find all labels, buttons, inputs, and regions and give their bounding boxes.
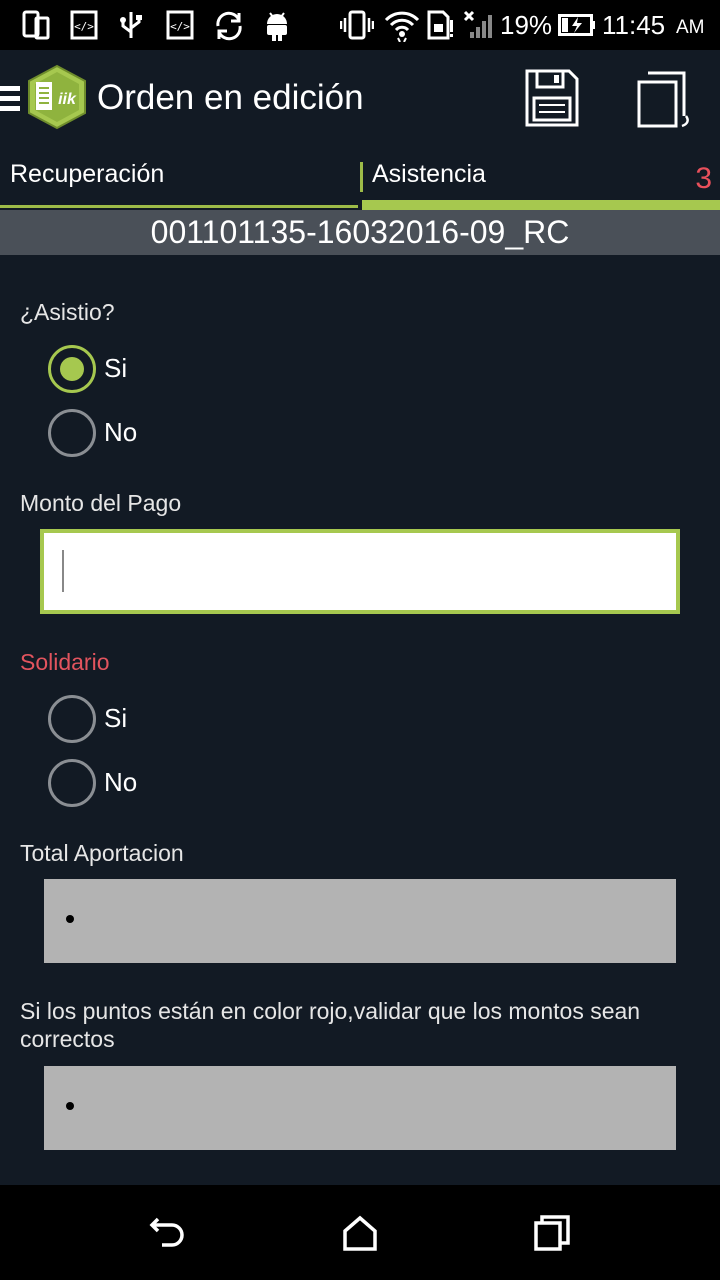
monto-pago-label: Monto del Pago — [20, 490, 182, 516]
system-nav-bar — [0, 1185, 720, 1280]
sim-icon — [427, 10, 453, 40]
radio-unchecked-icon — [48, 695, 96, 743]
save-icon[interactable] — [524, 68, 580, 128]
code-icon: </> — [166, 10, 194, 40]
page-title: Orden en edición — [97, 78, 364, 117]
svg-text:</>: </> — [74, 20, 94, 33]
tab-divider — [360, 162, 363, 192]
status-bar: </> </> 19% 11:45 AM — [0, 0, 720, 50]
app-logo-icon[interactable]: iik — [26, 64, 88, 130]
battery-percent: 19% — [500, 10, 553, 40]
tab-active-indicator — [362, 200, 720, 210]
vibrate-icon — [340, 10, 374, 40]
copy-icon[interactable] — [634, 70, 696, 130]
order-id-bar: 001101135-16032016-09_RC — [0, 210, 720, 255]
tab-badge: 3 — [695, 162, 712, 195]
text-caret — [62, 550, 64, 592]
asistio-no-radio[interactable]: No — [48, 409, 248, 457]
total-aportacion-label: Total Aportacion — [20, 840, 184, 866]
recents-icon[interactable] — [532, 1213, 572, 1253]
validation-hint: Si los puntos están en color rojo,valida… — [20, 998, 641, 1052]
android-icon — [267, 12, 287, 41]
radio-checked-icon — [48, 345, 96, 393]
tab-bar: Recuperación Asistencia 3 — [0, 158, 720, 210]
app-logo-text: iik — [58, 91, 77, 108]
monto-pago-input[interactable] — [40, 529, 680, 614]
radio-label: Si — [104, 703, 128, 733]
tab-asistencia-label: Asistencia — [372, 160, 486, 188]
radio-label: Si — [104, 353, 128, 383]
order-id: 001101135-16032016-09_RC — [150, 214, 570, 250]
radio-label: No — [104, 767, 138, 797]
battery-icon — [558, 14, 595, 36]
radio-label: No — [104, 417, 138, 447]
form-content: ¿Asistio? Si No Monto del Pago Solidario… — [0, 255, 720, 1185]
asistio-label: ¿Asistio? — [20, 299, 115, 325]
code-icon: </> — [70, 10, 98, 40]
no-signal-icon — [463, 10, 492, 38]
tab-asistencia[interactable]: Asistencia 3 — [360, 158, 720, 210]
tab-recuperacion-label: Recuperación — [10, 160, 165, 188]
usb-icon — [120, 12, 142, 38]
app-bar: iik Orden en edición — [0, 50, 720, 158]
menu-icon[interactable] — [0, 86, 20, 112]
wifi-icon — [384, 11, 420, 42]
points-indicator-box — [44, 1066, 676, 1150]
clock: 11:45 — [602, 10, 666, 40]
solidario-label: Solidario — [20, 649, 110, 675]
tab-underline — [0, 205, 358, 208]
solidario-no-radio[interactable]: No — [48, 759, 248, 807]
radio-unchecked-icon — [48, 759, 96, 807]
dot-indicator — [66, 1102, 74, 1110]
clock-ampm: AM — [676, 17, 705, 38]
solidario-si-radio[interactable]: Si — [48, 695, 248, 743]
phone-icon — [22, 10, 50, 40]
back-icon[interactable] — [148, 1213, 188, 1253]
dot-indicator — [66, 915, 74, 923]
asistio-si-radio[interactable]: Si — [48, 345, 248, 393]
radio-unchecked-icon — [48, 409, 96, 457]
svg-text:</>: </> — [170, 20, 190, 33]
home-icon[interactable] — [340, 1213, 380, 1253]
sync-icon — [216, 11, 242, 41]
tab-recuperacion[interactable]: Recuperación — [0, 158, 360, 210]
total-aportacion-box — [44, 879, 676, 963]
